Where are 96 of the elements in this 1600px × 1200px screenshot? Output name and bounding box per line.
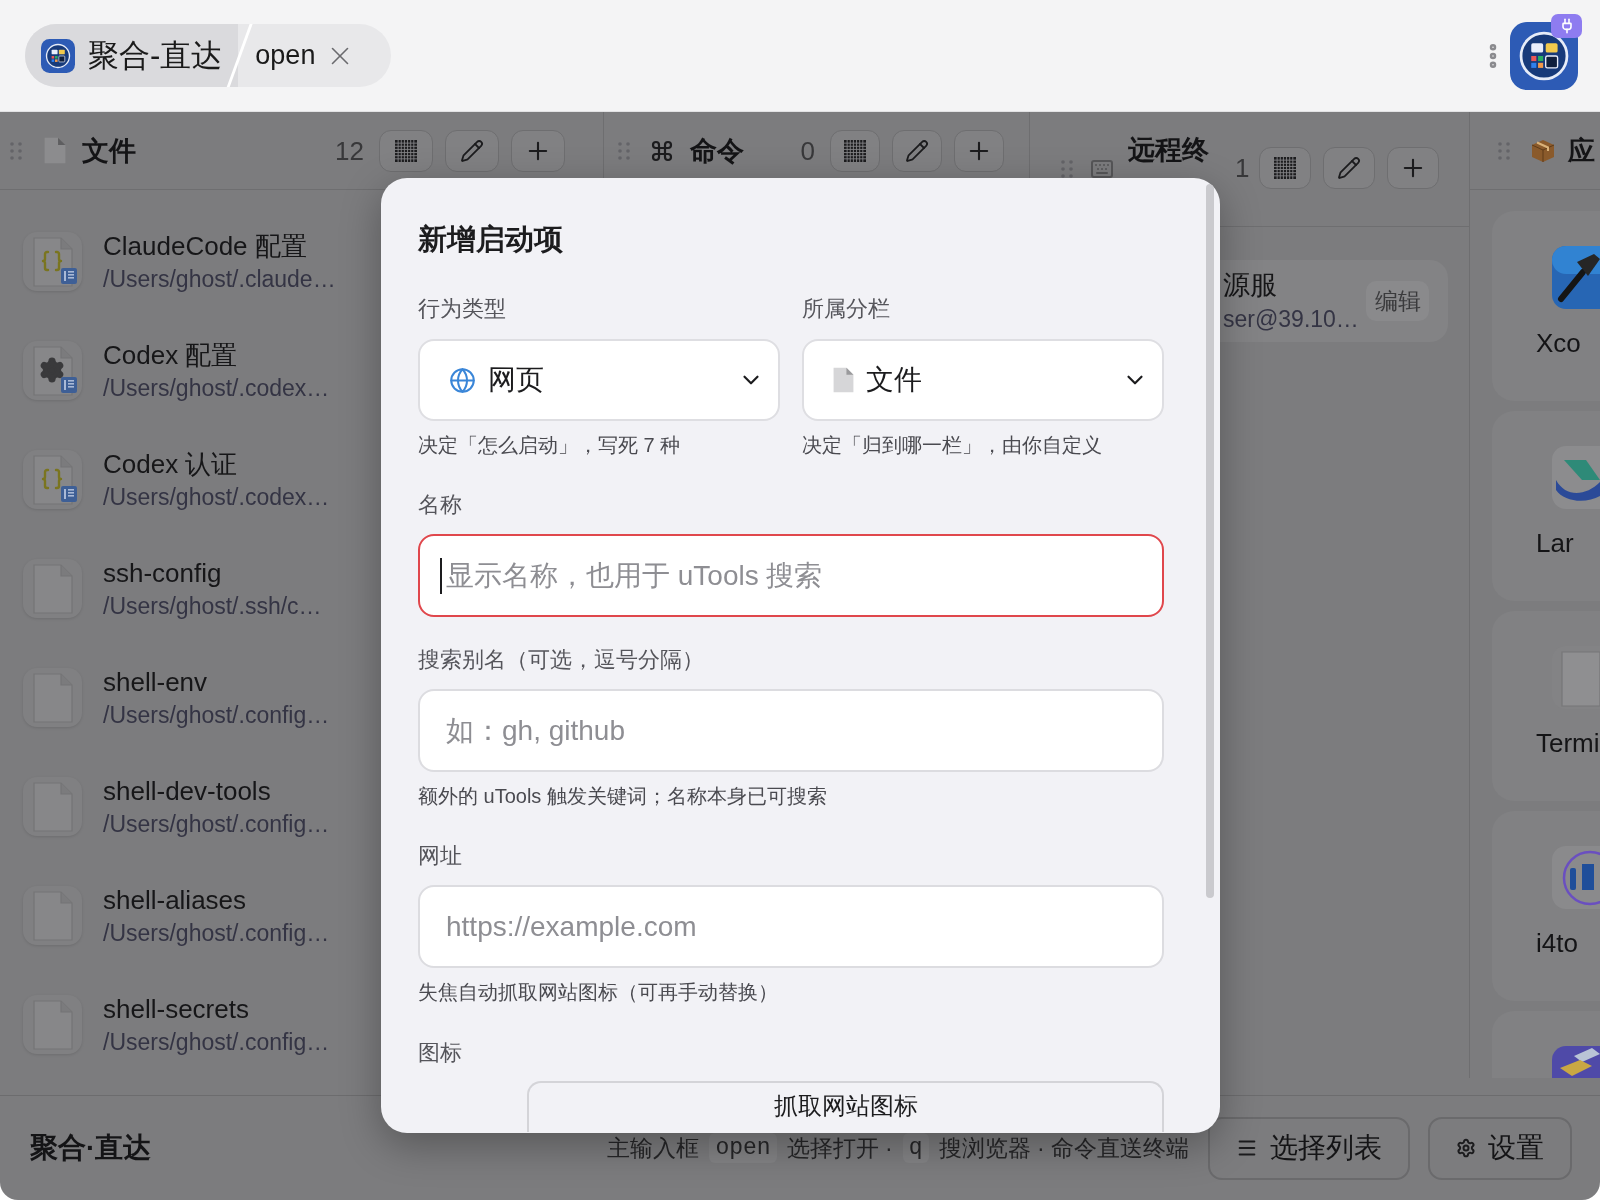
- globe-icon: [449, 366, 476, 394]
- plugin-name: 聚合-直达: [88, 37, 223, 74]
- hint-text: 主输入框: [607, 1134, 700, 1163]
- drag-handle-icon[interactable]: [1061, 160, 1073, 178]
- pencil-icon: [460, 138, 484, 163]
- item-count: 12: [335, 135, 364, 166]
- edit-button[interactable]: [892, 129, 942, 172]
- item-path: /Users/ghost/.claude…: [103, 264, 336, 294]
- ring-app-icon: [1552, 846, 1600, 909]
- item-title[interactable]: Codex 认证: [103, 447, 330, 480]
- field-label: 名称: [418, 492, 463, 518]
- field-hint: 决定「归到哪一栏」，由你自定义: [802, 433, 1103, 457]
- column-title: 远程终: [1128, 134, 1209, 166]
- field-label: 所属分栏: [802, 296, 891, 322]
- add-button[interactable]: [954, 129, 1004, 172]
- item-title[interactable]: ClaudeCode 配置: [103, 229, 336, 262]
- scrollbar[interactable]: [1206, 184, 1214, 898]
- edit-button[interactable]: [445, 129, 499, 172]
- settings-button[interactable]: 设置: [1428, 1116, 1572, 1180]
- dialog-title: 新增启动项: [418, 224, 564, 254]
- item-path: /Users/ghost/.config…: [103, 809, 330, 839]
- field-label: 行为类型: [418, 296, 507, 322]
- column-title: 应: [1568, 134, 1595, 167]
- app-name: Termi: [1536, 728, 1600, 758]
- app-card[interactable]: i4to: [1492, 811, 1600, 1001]
- command-icon: [650, 138, 674, 163]
- item-title[interactable]: shell-dev-tools: [103, 774, 330, 807]
- field-label: 网址: [418, 843, 463, 869]
- search-input[interactable]: open: [255, 35, 320, 76]
- pencil-icon: [905, 138, 929, 163]
- field-hint: 决定「怎么启动」，写死 7 种: [418, 433, 682, 457]
- column-title: 文件: [82, 134, 136, 167]
- drag-handle-icon[interactable]: [1498, 141, 1510, 160]
- grid-icon: [844, 139, 866, 162]
- hint-text: 搜浏览器 · 命令直送终端: [938, 1134, 1189, 1163]
- key-badge: q: [902, 1133, 929, 1163]
- hammer-app-icon: [1552, 246, 1600, 309]
- field-label: 搜索别名（可选，逗号分隔）: [418, 647, 705, 673]
- item-title[interactable]: Codex 配置: [103, 338, 330, 371]
- add-button[interactable]: [511, 129, 565, 172]
- app-card[interactable]: Xco: [1492, 211, 1600, 401]
- file-icon: [833, 367, 854, 393]
- file-icon: [44, 137, 66, 164]
- grid-icon: [395, 139, 417, 162]
- app-logo-icon: [1510, 21, 1578, 90]
- item-path: /Users/ghost/.config…: [103, 918, 330, 948]
- grid-icon: [1274, 157, 1297, 179]
- add-button[interactable]: [1387, 147, 1440, 189]
- plugin-tag[interactable]: 聚合-直达: [25, 24, 239, 87]
- item-path: /Users/ghost/.ssh/c…: [103, 591, 322, 621]
- app-card[interactable]: Termi: [1492, 611, 1600, 801]
- item-title: 源服: [1223, 268, 1278, 301]
- pencil-icon: [1337, 156, 1362, 180]
- key-badge: open: [709, 1133, 777, 1163]
- item-path: /Users/ghost/.codex…: [103, 373, 330, 403]
- package-icon: [1530, 137, 1556, 164]
- grid-view-button[interactable]: [379, 129, 433, 172]
- column-title: 命令: [690, 134, 744, 167]
- edit-button[interactable]: [1323, 147, 1376, 189]
- edit-button[interactable]: 编辑: [1366, 281, 1429, 321]
- field-hint: 额外的 uTools 触发关键词；名称本身已可搜索: [418, 784, 828, 808]
- item-title[interactable]: shell-env: [103, 665, 330, 698]
- field-hint: 失焦自动抓取网站图标（可再手动替换）: [418, 980, 779, 1004]
- field-label: 图标: [418, 1040, 463, 1066]
- item-title[interactable]: shell-secrets: [103, 992, 330, 1025]
- footer-title: 聚合·直达: [30, 1132, 152, 1164]
- dropdown[interactable]: 网页: [418, 339, 780, 421]
- item-title[interactable]: ssh-config: [103, 556, 322, 589]
- hint-text: 选择打开 ·: [786, 1134, 893, 1163]
- settings-icon: [1456, 1138, 1476, 1158]
- item-address: ser@39.10…: [1223, 304, 1359, 334]
- grid-view-button[interactable]: [830, 129, 880, 172]
- code-file-icon: [23, 450, 82, 509]
- plug-badge-icon: [1551, 13, 1582, 38]
- app-logo-icon: [41, 38, 75, 73]
- code-file-icon: [23, 232, 82, 291]
- item-count: 0: [800, 135, 815, 166]
- app-name: Xco: [1536, 328, 1582, 358]
- item-path: /Users/ghost/.codex…: [103, 482, 330, 512]
- app-name: Lar: [1536, 528, 1575, 558]
- item-title[interactable]: shell-aliases: [103, 883, 330, 916]
- item-path: /Users/ghost/.config…: [103, 700, 330, 730]
- app-card[interactable]: Lar: [1492, 411, 1600, 601]
- item-path: /Users/ghost/.config…: [103, 1027, 330, 1057]
- keyboard-icon: [1090, 157, 1114, 181]
- app-name: i4to: [1536, 928, 1579, 958]
- swoosh-app-icon: [1552, 446, 1600, 509]
- input-field[interactable]: 显示名称，也用于 uTools 搜索: [418, 534, 1164, 617]
- books-app-icon: [1552, 1046, 1600, 1078]
- drag-handle-icon[interactable]: [618, 141, 630, 160]
- fetch-icon-button[interactable]: 抓取网站图标: [527, 1081, 1164, 1132]
- settings-file-icon: [23, 341, 82, 400]
- dropdown[interactable]: 文件: [802, 339, 1164, 421]
- grid-view-button[interactable]: [1259, 147, 1312, 189]
- item-count: 1: [1235, 153, 1250, 183]
- drag-handle-icon[interactable]: [10, 141, 22, 160]
